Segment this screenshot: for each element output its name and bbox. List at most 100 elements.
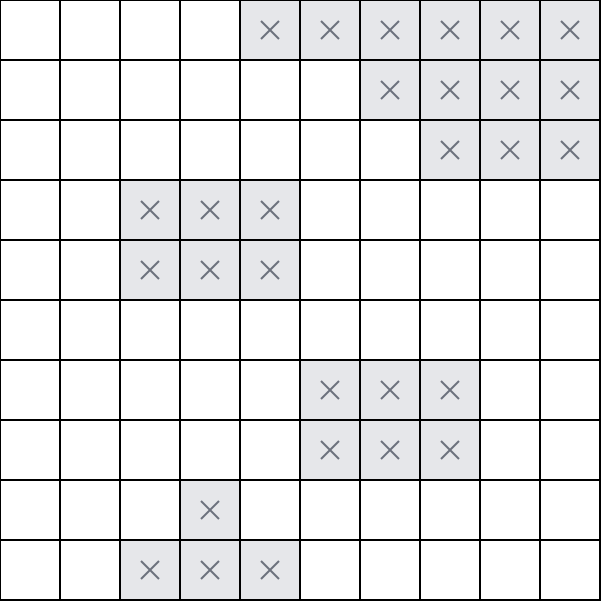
board-cell-empty[interactable]	[241, 61, 301, 121]
board-cell-marked[interactable]	[241, 241, 301, 301]
board-cell-marked[interactable]	[241, 181, 301, 241]
board-cell-empty[interactable]	[61, 301, 121, 361]
board-cell-marked[interactable]	[481, 1, 541, 61]
board-cell-empty[interactable]	[421, 181, 481, 241]
board-cell-empty[interactable]	[241, 421, 301, 481]
board-cell-empty[interactable]	[61, 421, 121, 481]
board-cell-marked[interactable]	[301, 1, 361, 61]
board-cell-marked[interactable]	[181, 241, 241, 301]
board-cell-marked[interactable]	[241, 1, 301, 61]
board-cell-marked[interactable]	[481, 121, 541, 181]
board-cell-empty[interactable]	[541, 421, 601, 481]
board-cell-empty[interactable]	[301, 61, 361, 121]
board-cell-empty[interactable]	[481, 481, 541, 541]
board-cell-empty[interactable]	[1, 121, 61, 181]
board-cell-empty[interactable]	[241, 361, 301, 421]
board-cell-empty[interactable]	[181, 61, 241, 121]
board-cell-empty[interactable]	[541, 241, 601, 301]
board-cell-empty[interactable]	[1, 361, 61, 421]
board-cell-marked[interactable]	[241, 541, 301, 601]
board-cell-marked[interactable]	[121, 181, 181, 241]
board-cell-empty[interactable]	[1, 421, 61, 481]
board-cell-empty[interactable]	[1, 61, 61, 121]
board-cell-empty[interactable]	[361, 301, 421, 361]
board-cell-empty[interactable]	[361, 481, 421, 541]
board-cell-marked[interactable]	[421, 1, 481, 61]
board-cell-empty[interactable]	[121, 301, 181, 361]
board-cell-empty[interactable]	[541, 481, 601, 541]
board-cell-marked[interactable]	[361, 421, 421, 481]
board-cell-marked[interactable]	[121, 241, 181, 301]
board-cell-marked[interactable]	[421, 421, 481, 481]
board-cell-empty[interactable]	[61, 541, 121, 601]
board-cell-empty[interactable]	[361, 181, 421, 241]
board-cell-marked[interactable]	[421, 361, 481, 421]
board-cell-empty[interactable]	[121, 1, 181, 61]
board-cell-marked[interactable]	[481, 61, 541, 121]
board-cell-empty[interactable]	[301, 541, 361, 601]
board-cell-marked[interactable]	[361, 61, 421, 121]
board-cell-empty[interactable]	[421, 481, 481, 541]
board-cell-empty[interactable]	[481, 421, 541, 481]
board-cell-marked[interactable]	[361, 1, 421, 61]
board-cell-empty[interactable]	[1, 241, 61, 301]
board-cell-empty[interactable]	[121, 361, 181, 421]
board-cell-empty[interactable]	[421, 301, 481, 361]
board-cell-marked[interactable]	[541, 121, 601, 181]
board-cell-empty[interactable]	[481, 241, 541, 301]
board-cell-marked[interactable]	[361, 361, 421, 421]
board-cell-empty[interactable]	[361, 241, 421, 301]
board-cell-marked[interactable]	[181, 481, 241, 541]
board-cell-empty[interactable]	[121, 421, 181, 481]
board-cell-marked[interactable]	[301, 421, 361, 481]
board-cell-empty[interactable]	[241, 121, 301, 181]
board-cell-empty[interactable]	[61, 181, 121, 241]
board-cell-empty[interactable]	[121, 481, 181, 541]
board-cell-empty[interactable]	[541, 181, 601, 241]
board-cell-empty[interactable]	[61, 61, 121, 121]
board-cell-marked[interactable]	[121, 541, 181, 601]
board-cell-marked[interactable]	[541, 61, 601, 121]
board-cell-marked[interactable]	[181, 181, 241, 241]
board-cell-empty[interactable]	[1, 301, 61, 361]
board-cell-empty[interactable]	[61, 241, 121, 301]
board-cell-empty[interactable]	[301, 301, 361, 361]
board-cell-empty[interactable]	[181, 121, 241, 181]
board-cell-empty[interactable]	[541, 541, 601, 601]
board-cell-empty[interactable]	[61, 121, 121, 181]
board-cell-marked[interactable]	[421, 61, 481, 121]
board-cell-marked[interactable]	[301, 361, 361, 421]
board-cell-empty[interactable]	[181, 361, 241, 421]
board-cell-empty[interactable]	[301, 241, 361, 301]
board-cell-empty[interactable]	[61, 1, 121, 61]
board-cell-empty[interactable]	[61, 361, 121, 421]
board-cell-empty[interactable]	[301, 181, 361, 241]
board-cell-empty[interactable]	[481, 181, 541, 241]
board-cell-empty[interactable]	[1, 541, 61, 601]
board-cell-empty[interactable]	[241, 301, 301, 361]
board-cell-empty[interactable]	[541, 361, 601, 421]
board-cell-empty[interactable]	[1, 181, 61, 241]
board-cell-empty[interactable]	[121, 61, 181, 121]
board-cell-empty[interactable]	[361, 121, 421, 181]
board-cell-empty[interactable]	[301, 121, 361, 181]
board-cell-empty[interactable]	[481, 301, 541, 361]
board-cell-empty[interactable]	[121, 121, 181, 181]
board-cell-empty[interactable]	[181, 301, 241, 361]
board-cell-empty[interactable]	[61, 481, 121, 541]
board-cell-empty[interactable]	[421, 541, 481, 601]
board-cell-marked[interactable]	[421, 121, 481, 181]
board-cell-marked[interactable]	[541, 1, 601, 61]
board-cell-empty[interactable]	[1, 1, 61, 61]
board-cell-empty[interactable]	[421, 241, 481, 301]
board-cell-empty[interactable]	[481, 361, 541, 421]
board-cell-empty[interactable]	[481, 541, 541, 601]
board-cell-empty[interactable]	[1, 481, 61, 541]
board-cell-empty[interactable]	[541, 301, 601, 361]
board-cell-empty[interactable]	[181, 1, 241, 61]
board-cell-empty[interactable]	[361, 541, 421, 601]
board-cell-empty[interactable]	[181, 421, 241, 481]
board-cell-empty[interactable]	[241, 481, 301, 541]
board-cell-empty[interactable]	[301, 481, 361, 541]
board-cell-marked[interactable]	[181, 541, 241, 601]
